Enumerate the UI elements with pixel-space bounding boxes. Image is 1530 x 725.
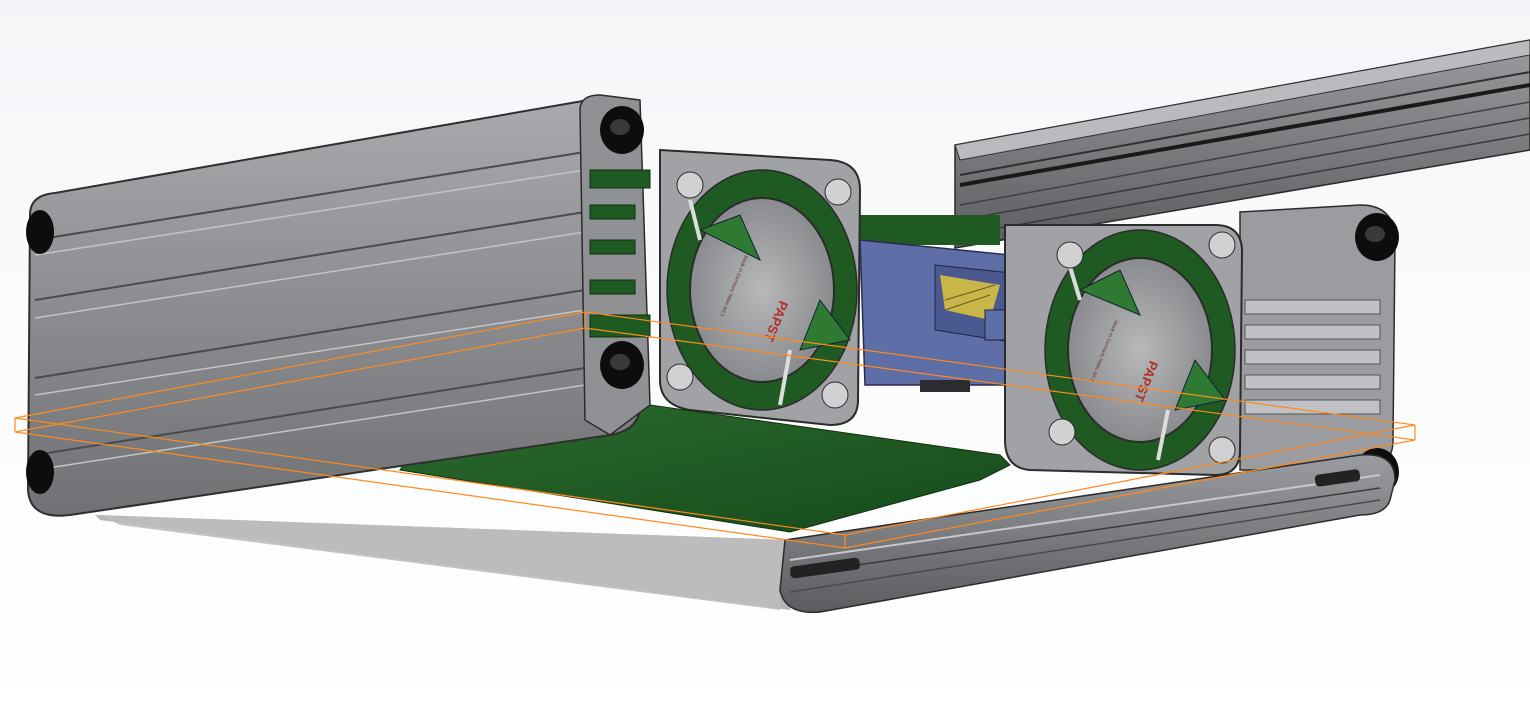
screw-icon <box>1355 213 1399 261</box>
fan-left: PAPST Made in Germany Nidec Art.1 <box>659 148 862 427</box>
screw-icon <box>26 450 54 494</box>
fan-right: PAPST Made in Germany Nidec Art.1 <box>1004 224 1244 477</box>
screw-icon <box>600 341 644 389</box>
cad-viewport[interactable]: PAPST Made in Germany Nidec Art.1 PAPST <box>0 0 1530 725</box>
enclosure-shadow-floor <box>100 515 785 610</box>
screw-icon <box>26 210 54 254</box>
enclosure-3d-model[interactable]: PAPST Made in Germany Nidec Art.1 PAPST <box>0 0 1530 725</box>
screw-icon <box>600 106 644 154</box>
